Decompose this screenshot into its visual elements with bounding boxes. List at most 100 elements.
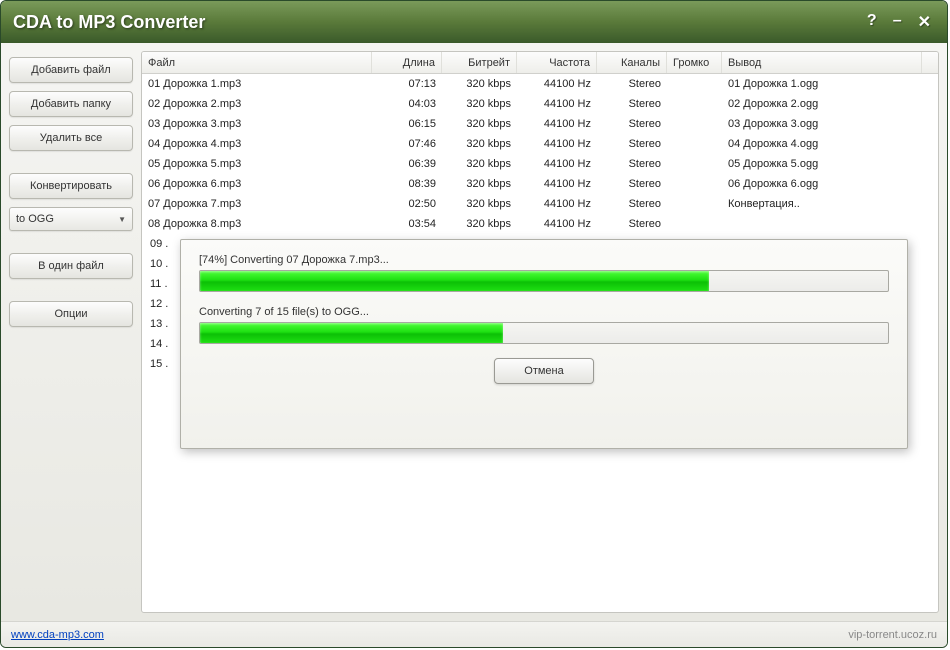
body: Добавить файл Добавить папку Удалить все… (1, 43, 947, 621)
th-channels[interactable]: Каналы (597, 52, 667, 73)
cell-bit: 320 kbps (442, 96, 517, 112)
format-select[interactable]: to OGG ▼ (9, 207, 133, 231)
cell-bit: 320 kbps (442, 136, 517, 152)
window-controls: ? – ✕ (863, 10, 935, 34)
minimize-button[interactable]: – (889, 10, 906, 34)
cell-vol (667, 142, 722, 146)
remove-all-button[interactable]: Удалить все (9, 125, 133, 151)
cell-freq: 44100 Hz (517, 216, 597, 232)
cell-ch: Stereo (597, 156, 667, 172)
progress-label-1: [74%] Converting 07 Дорожка 7.mp3... (199, 254, 889, 266)
cell-len: 04:03 (372, 96, 442, 112)
progress-bar-1 (199, 270, 889, 292)
table-body: 01 Дорожка 1.mp307:13320 kbps44100 HzSte… (142, 74, 938, 234)
close-button[interactable]: ✕ (914, 10, 935, 34)
app-title: CDA to MP3 Converter (13, 12, 863, 33)
cell-len: 07:46 (372, 136, 442, 152)
th-frequency[interactable]: Частота (517, 52, 597, 73)
cell-freq: 44100 Hz (517, 96, 597, 112)
cell-vol (667, 202, 722, 206)
table-row[interactable]: 06 Дорожка 6.mp308:39320 kbps44100 HzSte… (142, 174, 938, 194)
th-output[interactable]: Вывод (722, 52, 922, 73)
cell-ch: Stereo (597, 216, 667, 232)
table-row[interactable]: 03 Дорожка 3.mp306:15320 kbps44100 HzSte… (142, 114, 938, 134)
cell-file: 05 Дорожка 5.mp3 (142, 156, 372, 172)
cancel-button[interactable]: Отмена (494, 358, 594, 384)
help-button[interactable]: ? (863, 10, 881, 34)
cell-vol (667, 162, 722, 166)
cell-vol (667, 82, 722, 86)
cell-bit: 320 kbps (442, 116, 517, 132)
cell-ch: Stereo (597, 196, 667, 212)
sidebar: Добавить файл Добавить папку Удалить все… (9, 51, 133, 613)
watermark: vip-torrent.ucoz.ru (848, 629, 937, 641)
cell-bit: 320 kbps (442, 156, 517, 172)
th-file[interactable]: Файл (142, 52, 372, 73)
table-row[interactable]: 01 Дорожка 1.mp307:13320 kbps44100 HzSte… (142, 74, 938, 94)
file-list-panel: Файл Длина Битрейт Частота Каналы Громко… (141, 51, 939, 613)
cell-bit: 320 kbps (442, 216, 517, 232)
table-row[interactable]: 07 Дорожка 7.mp302:50320 kbps44100 HzSte… (142, 194, 938, 214)
table-row[interactable]: 05 Дорожка 5.mp306:39320 kbps44100 HzSte… (142, 154, 938, 174)
cell-out: Конвертация.. (722, 196, 922, 212)
convert-button[interactable]: Конвертировать (9, 173, 133, 199)
cell-vol (667, 122, 722, 126)
cell-bit: 320 kbps (442, 196, 517, 212)
table-row[interactable]: 08 Дорожка 8.mp303:54320 kbps44100 HzSte… (142, 214, 938, 234)
footer-link[interactable]: www.cda-mp3.com (11, 629, 104, 641)
th-length[interactable]: Длина (372, 52, 442, 73)
cell-len: 06:15 (372, 116, 442, 132)
cell-file: 06 Дорожка 6.mp3 (142, 176, 372, 192)
progress-label-2: Converting 7 of 15 file(s) to OGG... (199, 306, 889, 318)
cell-out: 05 Дорожка 5.ogg (722, 156, 922, 172)
cell-file: 01 Дорожка 1.mp3 (142, 76, 372, 92)
cell-out: 04 Дорожка 4.ogg (722, 136, 922, 152)
one-file-button[interactable]: В один файл (9, 253, 133, 279)
add-file-button[interactable]: Добавить файл (9, 57, 133, 83)
cell-len: 08:39 (372, 176, 442, 192)
cell-file: 08 Дорожка 8.mp3 (142, 216, 372, 232)
table-row[interactable]: 02 Дорожка 2.mp304:03320 kbps44100 HzSte… (142, 94, 938, 114)
cell-out: 06 Дорожка 6.ogg (722, 176, 922, 192)
footer: www.cda-mp3.com vip-torrent.ucoz.ru (1, 621, 947, 647)
app-window: CDA to MP3 Converter ? – ✕ Добавить файл… (0, 0, 948, 648)
progress-fill-1 (200, 271, 709, 291)
cell-len: 03:54 (372, 216, 442, 232)
th-bitrate[interactable]: Битрейт (442, 52, 517, 73)
cell-freq: 44100 Hz (517, 76, 597, 92)
format-select-value: to OGG (16, 213, 54, 225)
progress-dialog: [74%] Converting 07 Дорожка 7.mp3... Con… (180, 239, 908, 449)
chevron-down-icon: ▼ (118, 215, 126, 224)
cell-file: 03 Дорожка 3.mp3 (142, 116, 372, 132)
cell-ch: Stereo (597, 116, 667, 132)
cell-ch: Stereo (597, 76, 667, 92)
cell-freq: 44100 Hz (517, 116, 597, 132)
cell-freq: 44100 Hz (517, 196, 597, 212)
titlebar[interactable]: CDA to MP3 Converter ? – ✕ (1, 1, 947, 43)
table-row[interactable]: 04 Дорожка 4.mp307:46320 kbps44100 HzSte… (142, 134, 938, 154)
cell-ch: Stereo (597, 96, 667, 112)
cell-vol (667, 182, 722, 186)
cell-freq: 44100 Hz (517, 176, 597, 192)
cell-freq: 44100 Hz (517, 156, 597, 172)
cell-bit: 320 kbps (442, 76, 517, 92)
cell-out (722, 222, 922, 226)
cell-file: 07 Дорожка 7.mp3 (142, 196, 372, 212)
add-folder-button[interactable]: Добавить папку (9, 91, 133, 117)
cell-out: 02 Дорожка 2.ogg (722, 96, 922, 112)
cell-vol (667, 222, 722, 226)
cell-ch: Stereo (597, 136, 667, 152)
cell-bit: 320 kbps (442, 176, 517, 192)
cell-out: 03 Дорожка 3.ogg (722, 116, 922, 132)
cell-file: 04 Дорожка 4.mp3 (142, 136, 372, 152)
cell-vol (667, 102, 722, 106)
th-volume[interactable]: Громко (667, 52, 722, 73)
progress-bar-2 (199, 322, 889, 344)
cell-len: 07:13 (372, 76, 442, 92)
options-button[interactable]: Опции (9, 301, 133, 327)
table-header: Файл Длина Битрейт Частота Каналы Громко… (142, 52, 938, 74)
cell-freq: 44100 Hz (517, 136, 597, 152)
cell-out: 01 Дорожка 1.ogg (722, 76, 922, 92)
cell-len: 02:50 (372, 196, 442, 212)
cell-file: 02 Дорожка 2.mp3 (142, 96, 372, 112)
